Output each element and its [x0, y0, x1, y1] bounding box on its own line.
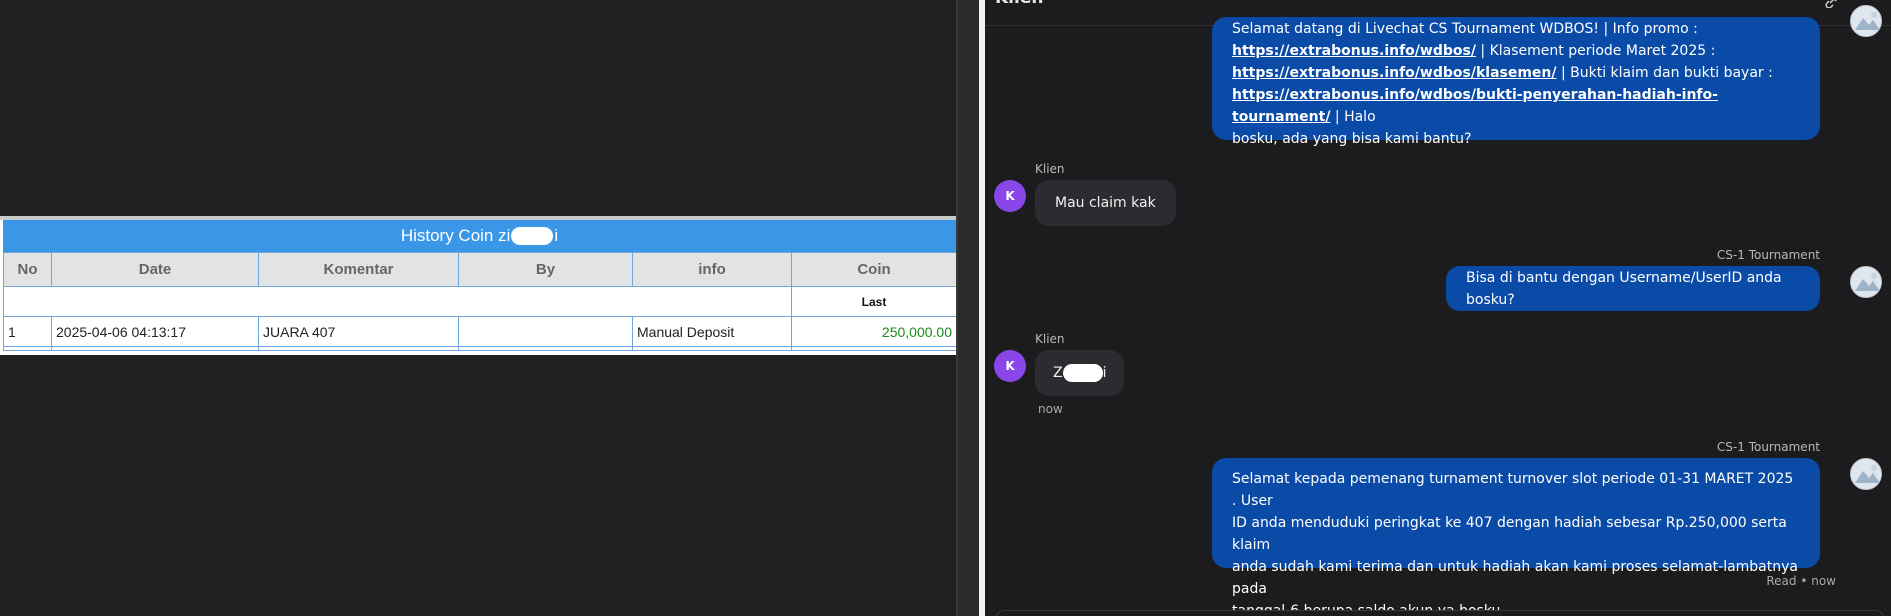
agent-avatar	[1850, 458, 1882, 490]
agent-sender-label: CS-1 Tournament	[1716, 248, 1820, 262]
table-header-row: No Date Komentar By info Coin	[3, 252, 957, 287]
message-input[interactable]	[995, 610, 1885, 616]
redaction-mark	[511, 227, 554, 245]
column-header-no[interactable]: No	[3, 252, 52, 287]
table-row-partial	[3, 346, 957, 351]
cell-by	[458, 316, 633, 347]
welcome-line-last: bosku, ada yang bisa kami bantu?	[1232, 131, 1472, 147]
agent-avatar	[1850, 5, 1882, 37]
read-separator: •	[1800, 574, 1808, 588]
message-timestamp: now	[1038, 402, 1063, 416]
column-header-by[interactable]: By	[458, 252, 633, 287]
cell-info: Manual Deposit	[632, 316, 792, 347]
agent-message-welcome: Selamat datang di Livechat CS Tournament…	[1212, 17, 1820, 147]
column-header-komentar[interactable]: Komentar	[258, 252, 459, 287]
client-avatar: K	[994, 180, 1026, 212]
client-msg-suffix: i	[1102, 365, 1107, 381]
link-icon[interactable]	[1825, 0, 1839, 9]
pane-divider[interactable]	[956, 0, 985, 616]
read-time: now	[1811, 574, 1836, 588]
redaction-mark	[1062, 364, 1103, 382]
chat-pane: Klien Selamat datang di Livechat CS Tour…	[985, 0, 1891, 616]
subheader-last: Last	[791, 286, 957, 317]
client-message: Mau claim kak	[1035, 180, 1176, 226]
welcome-text-4: | Halo	[1330, 109, 1376, 125]
column-header-info[interactable]: info	[632, 252, 792, 287]
agent-message: Bisa di bantu dengan Username/UserID and…	[1446, 266, 1820, 311]
read-receipt: Read • now	[1766, 574, 1836, 588]
klasemen-link[interactable]: https://extrabonus.info/wdbos/klasemen/	[1232, 65, 1557, 81]
promo-link[interactable]: https://extrabonus.info/wdbos/	[1232, 43, 1476, 59]
agent-message-winner: Selamat kepada pemenang turnament turnov…	[1212, 458, 1820, 616]
client-avatar: K	[994, 350, 1026, 382]
welcome-text-3: | Bukti klaim dan bukti bayar :	[1556, 65, 1773, 81]
table-subheader-row: Last	[3, 286, 957, 317]
history-pane: History Coin zi i No Date Komentar By inf…	[0, 0, 957, 616]
welcome-text-2: | Klasement periode Maret 2025 :	[1475, 43, 1716, 59]
history-table: No Date Komentar By info Coin Last 1 202…	[3, 252, 957, 351]
winner-line: anda sudah kami terima dan untuk hadiah …	[1232, 559, 1798, 597]
agent-avatar	[1850, 266, 1882, 298]
screen: History Coin zi i No Date Komentar By inf…	[0, 0, 1891, 616]
read-status: Read	[1766, 574, 1797, 588]
client-msg-prefix: Z	[1053, 365, 1063, 381]
divider-line	[956, 0, 958, 616]
history-title: History Coin zi i	[3, 220, 956, 252]
cell-no: 1	[3, 316, 52, 347]
client-sender-label: Klien	[1035, 332, 1065, 346]
winner-line: ID anda menduduki peringkat ke 407 denga…	[1232, 515, 1787, 553]
column-header-date[interactable]: Date	[51, 252, 259, 287]
agent-sender-label: CS-1 Tournament	[1716, 440, 1820, 454]
winner-line: Selamat kepada pemenang turnament turnov…	[1232, 471, 1794, 509]
subheader-spacer	[3, 286, 792, 317]
welcome-line-1: Selamat datang di Livechat CS Tournament…	[1232, 21, 1698, 37]
client-message: Zi	[1035, 350, 1125, 396]
cell-komentar: JUARA 407	[258, 316, 459, 347]
chat-header-title: Klien	[995, 0, 1043, 8]
history-table-card: History Coin zi i No Date Komentar By inf…	[0, 216, 957, 355]
column-header-coin[interactable]: Coin	[791, 252, 957, 287]
cell-coin: 250,000.00	[791, 316, 957, 347]
cell-date: 2025-04-06 04:13:17	[51, 316, 259, 347]
history-title-suffix: i	[554, 226, 559, 245]
client-sender-label: Klien	[1035, 162, 1065, 176]
bukti-link[interactable]: https://extrabonus.info/wdbos/bukti-peny…	[1232, 87, 1718, 125]
table-row: 1 2025-04-06 04:13:17 JUARA 407 Manual D…	[3, 316, 957, 347]
history-title-prefix: History Coin zi	[400, 226, 511, 245]
